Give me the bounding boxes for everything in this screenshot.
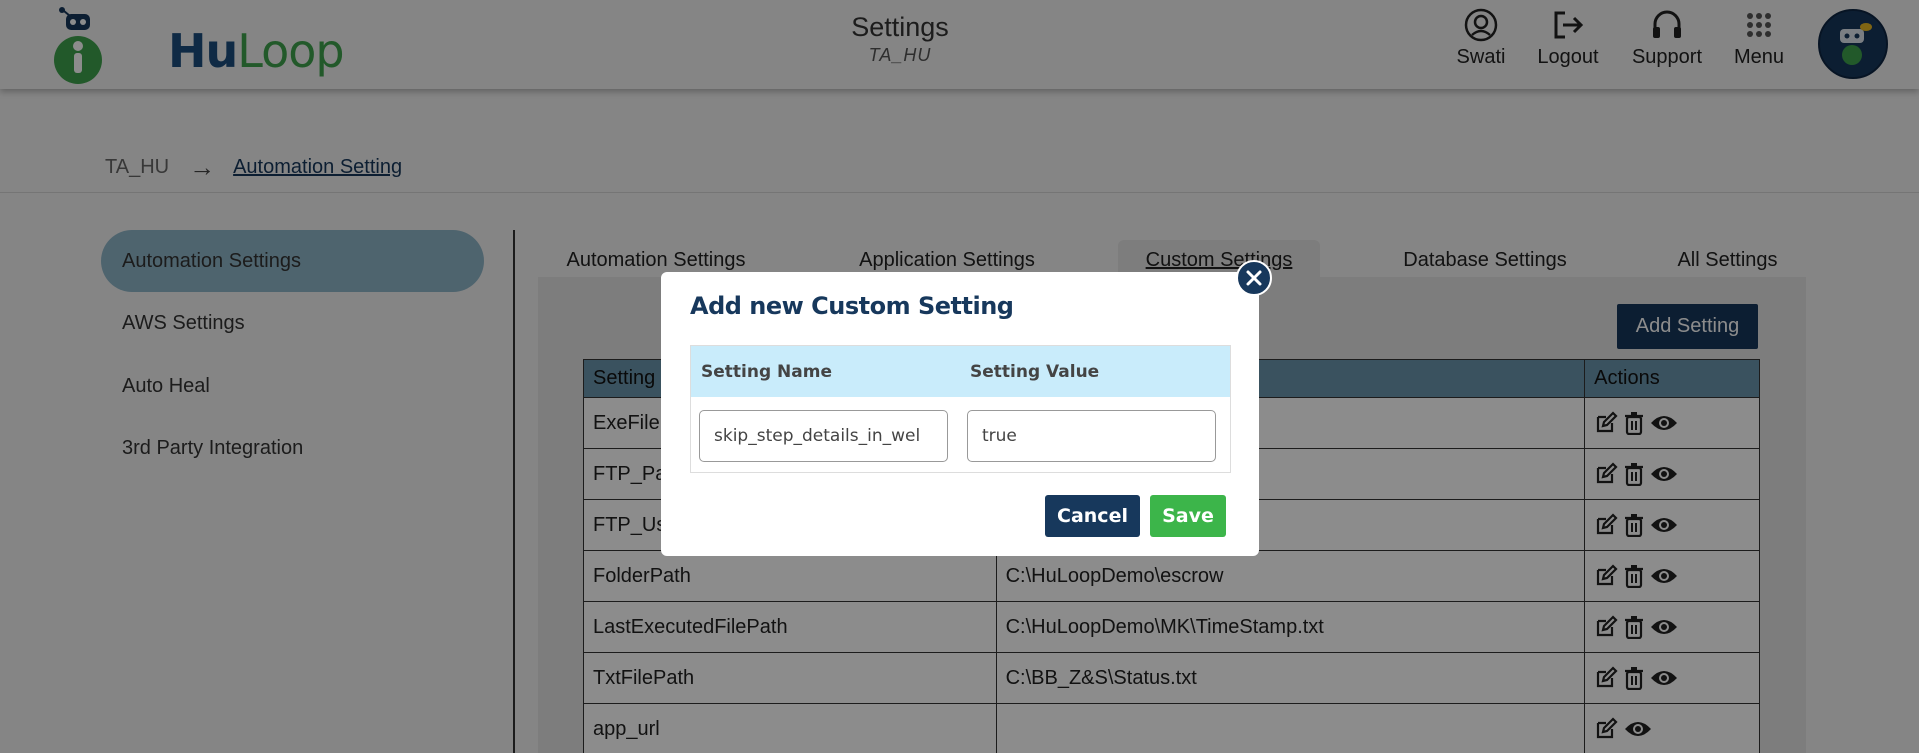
dialog-title: Add new Custom Setting bbox=[690, 292, 1014, 320]
save-button[interactable]: Save bbox=[1150, 495, 1226, 537]
setting-name-input[interactable]: skip_step_details_in_wel bbox=[699, 410, 948, 462]
setting-value-input[interactable]: true bbox=[967, 410, 1216, 462]
setting-value-header: Setting Value bbox=[970, 361, 1100, 382]
form-header-row: Setting Name Setting Value bbox=[691, 346, 1230, 397]
setting-name-header: Setting Name bbox=[701, 361, 832, 382]
cancel-button[interactable]: Cancel bbox=[1045, 495, 1140, 537]
close-icon bbox=[1246, 270, 1262, 286]
setting-form-table: Setting Name Setting Value skip_step_det… bbox=[690, 345, 1231, 473]
close-dialog-button[interactable] bbox=[1236, 260, 1272, 296]
add-custom-setting-dialog: Add new Custom Setting Setting Name Sett… bbox=[661, 272, 1259, 556]
